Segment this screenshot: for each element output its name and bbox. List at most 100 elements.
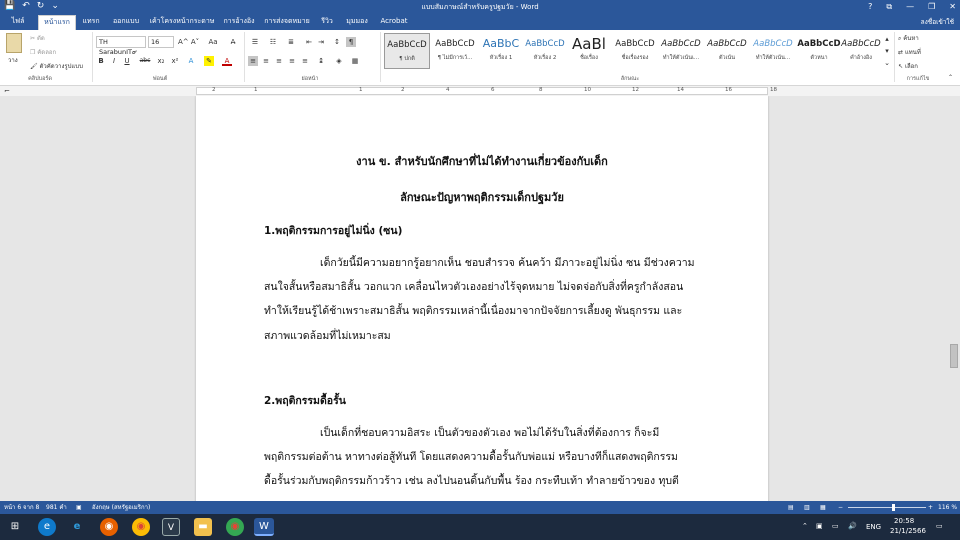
styles-more-icon[interactable]: ⌄ (882, 58, 892, 68)
styles-scroll-up-icon[interactable]: ▴ (882, 34, 892, 44)
v-app-icon[interactable]: V (162, 518, 180, 536)
bold-button[interactable]: B (96, 56, 106, 66)
web-layout-icon[interactable]: ▦ (820, 501, 826, 514)
align-right-icon[interactable]: ≡ (274, 56, 284, 66)
clock-date[interactable]: 21/1/2566 (890, 527, 926, 535)
chrome-icon[interactable]: ◉ (132, 518, 150, 536)
style-item[interactable]: AaBbCcD ตัวเน้น (704, 33, 750, 69)
styles-scroll-down-icon[interactable]: ▾ (882, 46, 892, 56)
style-item[interactable]: AaBbCcD หัวเรื่อง 2 (522, 33, 568, 69)
tab-mailings[interactable]: การส่งจดหมาย (262, 15, 312, 30)
tab-selector-icon[interactable]: ⌐ (4, 87, 10, 95)
scroll-thumb[interactable] (950, 344, 958, 368)
replace-button[interactable]: ⇄ แทนที่ (898, 47, 921, 57)
language-indicator[interactable]: อังกฤษ (สหรัฐอเมริกา) (92, 501, 150, 514)
style-item[interactable]: AaBbCcD คำอ้างอิง (838, 33, 884, 69)
style-item[interactable]: AaBbCcD ตัวหนา (796, 33, 842, 69)
shading-icon[interactable]: ◈ (334, 56, 344, 66)
zoom-slider[interactable] (848, 504, 926, 511)
cut-button[interactable]: ✂ ตัด (30, 33, 45, 43)
font-color-icon[interactable]: A (222, 56, 232, 66)
style-item[interactable]: AaBbCcD ทำให้ตัวเน้น... (750, 33, 796, 69)
highlight-icon[interactable]: ✎ (204, 56, 214, 66)
close-button[interactable]: ✕ (949, 0, 956, 13)
zoom-in-icon[interactable]: + (928, 501, 933, 514)
find-button[interactable]: ⌕ ค้นหา (898, 33, 919, 43)
horizontal-ruler[interactable]: 2 1 1 2 4 6 8 10 12 14 16 18 (196, 87, 777, 95)
document-page[interactable]: งาน ข. สำหรับนักศึกษาที่ไม่ได้ทำงานเกี่ย… (196, 96, 768, 501)
maximize-button[interactable]: ❐ (928, 0, 935, 13)
font-size-field[interactable]: 16 (148, 36, 174, 48)
increase-indent-icon[interactable]: ⇥ (316, 37, 326, 47)
superscript-button[interactable]: x² (170, 56, 180, 66)
subscript-button[interactable]: x₂ (156, 56, 166, 66)
chrome-profile-icon[interactable]: ◉ (226, 518, 244, 536)
zoom-slider-handle[interactable] (891, 504, 895, 511)
word-taskbar-icon[interactable]: W (254, 518, 274, 536)
network-icon[interactable]: ▭ (832, 522, 839, 530)
style-item[interactable]: AaBbCcD ทำให้ตัวเน้นเ... (658, 33, 704, 69)
underline-button[interactable]: U (122, 56, 132, 66)
help-button[interactable]: ? (868, 0, 872, 13)
clear-format-icon[interactable]: A̶ (228, 37, 238, 47)
print-layout-icon[interactable]: ▥ (804, 501, 810, 514)
tray-app-icon[interactable]: ▣ (816, 522, 823, 530)
tab-home[interactable]: หน้าแรก (38, 15, 76, 30)
tab-references[interactable]: การอ้างอิง (220, 15, 258, 30)
justify-icon[interactable]: ≡ (287, 56, 297, 66)
input-language[interactable]: ENG (866, 523, 881, 531)
start-icon[interactable]: ⊞ (6, 518, 24, 536)
style-item[interactable]: AaBl ชื่อเรื่อง (566, 33, 612, 69)
paste-label[interactable]: วาง (8, 55, 18, 65)
tab-review[interactable]: รีวิว (316, 15, 338, 30)
notifications-icon[interactable]: ▭ (936, 522, 943, 530)
change-case-icon[interactable]: Aa (206, 37, 220, 47)
tab-acrobat[interactable]: Acrobat (378, 15, 410, 30)
sign-in-link[interactable]: ลงชื่อเข้าใช้ (921, 17, 954, 27)
tab-view[interactable]: มุมมอง (342, 15, 372, 30)
text-effects-icon[interactable]: A (186, 56, 196, 66)
line-spacing-icon[interactable]: ↨ (316, 56, 326, 66)
style-item[interactable]: AaBbCcD ชื่อเรื่องรอง (612, 33, 658, 69)
multilevel-list-icon[interactable]: ≣ (284, 37, 298, 47)
collapse-ribbon-icon[interactable]: ⌃ (948, 74, 953, 81)
align-left-icon[interactable]: ≡ (248, 56, 258, 66)
italic-button[interactable]: I (109, 56, 119, 66)
tab-file[interactable]: ไฟล์ (0, 15, 36, 30)
style-item[interactable]: AaBbCcD ¶ ไม่มีการเว้... (432, 33, 478, 69)
format-painter-button[interactable]: 🖌 ตัวคัดวางรูปแบบ (30, 61, 83, 71)
numbering-icon[interactable]: ☷ (266, 37, 280, 47)
grow-font-icon[interactable]: A^ (178, 37, 189, 47)
tray-chevron-icon[interactable]: ⌃ (802, 522, 808, 530)
paste-icon[interactable] (6, 33, 22, 53)
edge-icon[interactable]: e (38, 518, 56, 536)
tab-insert[interactable]: แทรก (78, 15, 104, 30)
copy-button[interactable]: ❐ คัดลอก (30, 47, 56, 57)
style-item[interactable]: AaBbCcD ¶ ปกติ (384, 33, 430, 69)
select-button[interactable]: ↖ เลือก (898, 61, 918, 71)
show-marks-icon[interactable]: ¶ (346, 37, 356, 47)
font-name-field[interactable]: TH SarabunIT๙ (96, 36, 146, 56)
ribbon-display-button[interactable]: ⧉ (886, 0, 892, 13)
clock-time[interactable]: 20:58 (894, 517, 914, 525)
proofing-icon[interactable]: ▣ (76, 501, 82, 514)
distributed-icon[interactable]: ≡ (300, 56, 310, 66)
strikethrough-button[interactable]: abc (138, 56, 152, 66)
style-item[interactable]: AaBbC หัวเรื่อง 1 (478, 33, 524, 69)
page-count[interactable]: หน้า 6 จาก 8 (4, 501, 39, 514)
tab-design[interactable]: ออกแบบ (108, 15, 144, 30)
volume-icon[interactable]: 🔊 (848, 522, 857, 530)
align-center-icon[interactable]: ≡ (261, 56, 271, 66)
firefox-icon[interactable]: ◉ (100, 518, 118, 536)
file-explorer-icon[interactable]: ▬ (194, 518, 212, 536)
internet-explorer-icon[interactable]: e (68, 518, 86, 536)
zoom-level[interactable]: 116 % (938, 501, 957, 514)
borders-icon[interactable]: ▦ (350, 56, 360, 66)
shrink-font-icon[interactable]: A˅ (190, 37, 200, 47)
minimize-button[interactable]: — (906, 0, 914, 13)
tab-layout[interactable]: เค้าโครงหน้ากระดาษ (148, 15, 216, 30)
word-count[interactable]: 981 คำ (46, 501, 67, 514)
vertical-scrollbar[interactable] (948, 96, 960, 501)
decrease-indent-icon[interactable]: ⇤ (304, 37, 314, 47)
zoom-out-icon[interactable]: − (838, 501, 843, 514)
